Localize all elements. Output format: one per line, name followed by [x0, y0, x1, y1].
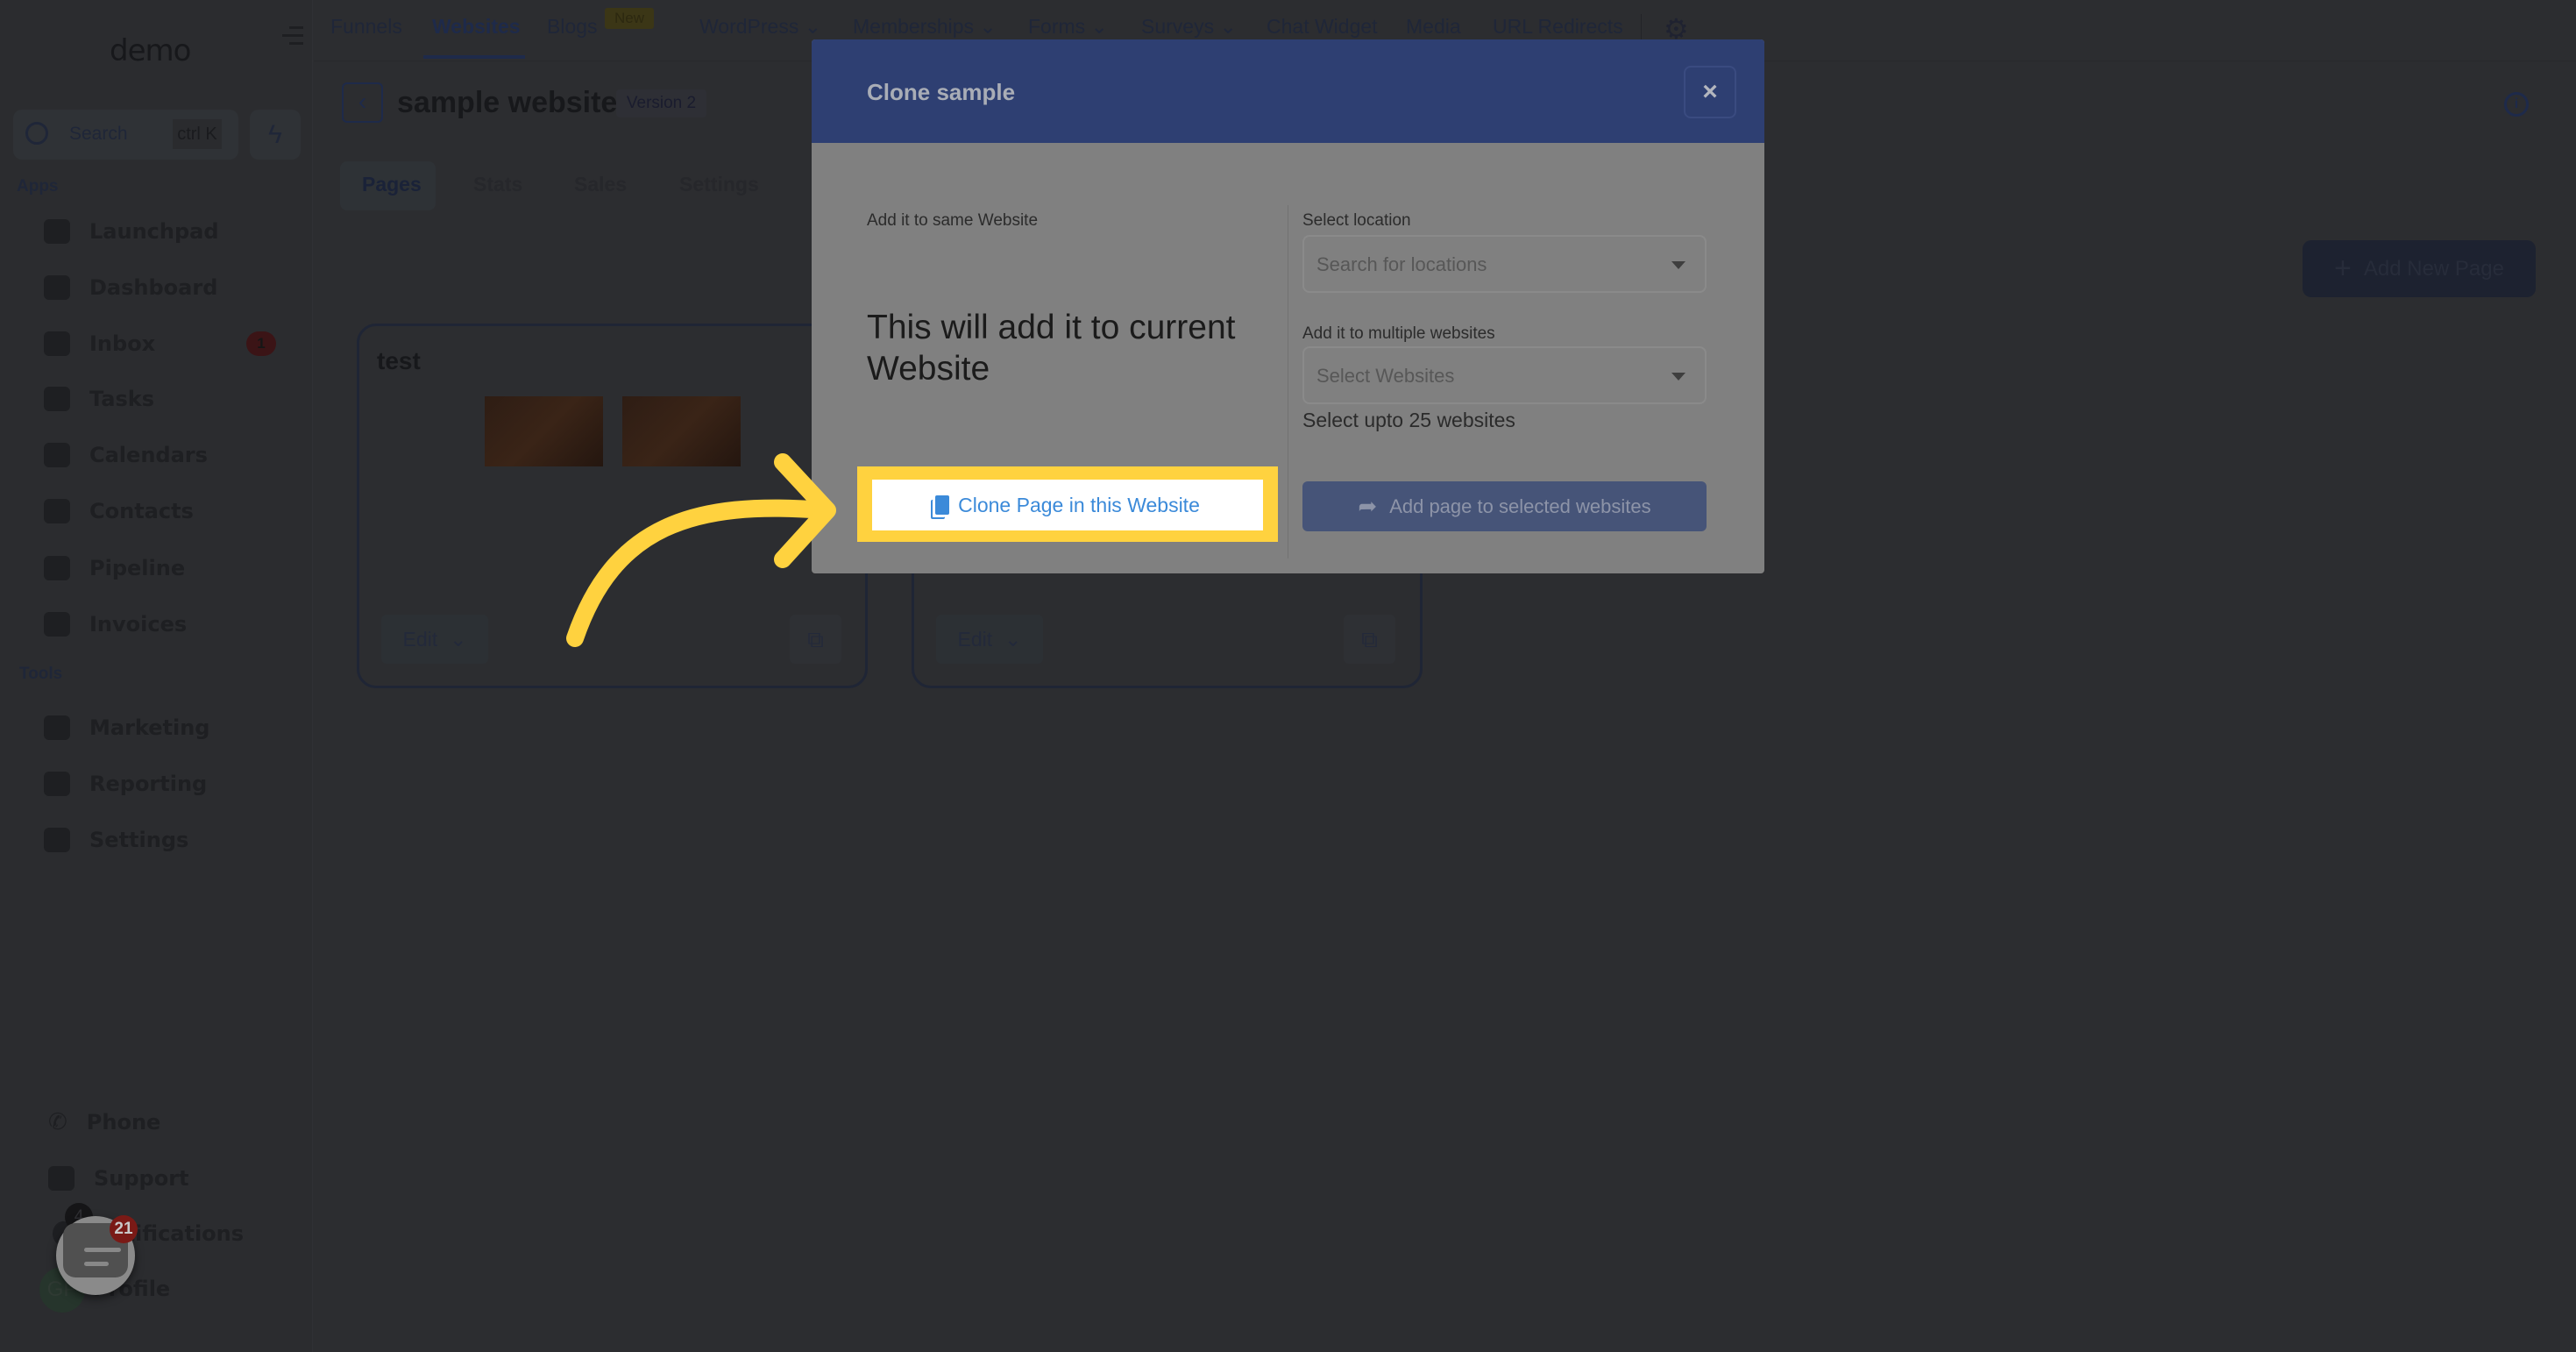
chat-badge: 21 [110, 1215, 138, 1243]
arrow-curve-icon [566, 499, 833, 647]
arrow-annotation [566, 453, 836, 647]
